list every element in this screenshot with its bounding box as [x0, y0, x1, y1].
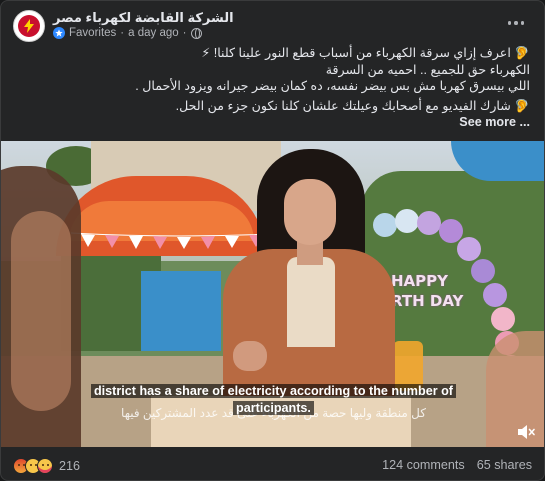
video-scene-balloon	[439, 219, 463, 243]
engagement-counts: 124 comments 65 shares	[382, 458, 532, 472]
see-more-label: See more	[459, 115, 516, 129]
meta-separator: ·	[120, 27, 125, 39]
video-scene-balloon	[373, 213, 397, 237]
favorites-label[interactable]: Favorites	[69, 27, 116, 39]
lightning-bolt-icon	[18, 15, 40, 37]
video-scene-woman-face	[284, 179, 336, 245]
video-scene-balloon	[457, 237, 481, 261]
video-scene-balloon	[483, 283, 507, 307]
video-subtitle-english: district has a share of electricity acco…	[1, 383, 544, 417]
mute-icon[interactable]	[516, 423, 536, 441]
video-scene-playhouse	[141, 271, 221, 351]
subtitle-line: participants.	[233, 401, 314, 415]
caption-more-row: See more ...	[15, 114, 530, 131]
shares-count[interactable]: 65 shares	[477, 458, 532, 472]
care-reaction-icon	[37, 458, 53, 474]
subtitle-line: district has a share of electricity acco…	[90, 384, 456, 398]
post-footer: 216 124 comments 65 shares	[1, 447, 544, 480]
globe-icon	[190, 27, 202, 39]
caption-line: اللي بيسرق كهربا مش بس بيضر نفسه، ده كما…	[135, 79, 530, 93]
reactions-summary[interactable]: 216	[13, 458, 80, 474]
favorites-icon	[53, 27, 65, 39]
post-caption: 🦻 اعرف إزاي سرقة الكهرباء من أسباب قطع ا…	[15, 45, 530, 131]
more-options-icon[interactable]	[502, 11, 530, 35]
video-player[interactable]: HAPPY RTH DAY كل منطقة وليها حصة من الكه…	[1, 141, 544, 447]
page-name[interactable]: الشركة القابضة لكهرباء مصر	[53, 10, 234, 26]
comments-count[interactable]: 124 comments	[382, 458, 465, 472]
video-scene-balloon	[395, 209, 419, 233]
video-scene-balloon	[471, 259, 495, 283]
video-scene-balloon	[417, 211, 441, 235]
video-scene-woman-top	[287, 257, 335, 347]
post-meta: Favorites · a day ago ·	[53, 27, 202, 39]
post-timestamp[interactable]: a day ago	[128, 27, 179, 39]
caption-line: 🦻 شارك الفيديو مع أصحابك وعيلتك علشان كل…	[175, 98, 530, 113]
post-header: الشركة القابضة لكهرباء مصر Favorites · a…	[1, 1, 544, 51]
caption-ellipsis: ...	[519, 115, 531, 129]
video-scene-woman-hand	[233, 341, 267, 371]
page-avatar[interactable]	[13, 10, 45, 42]
reaction-count[interactable]: 216	[59, 459, 80, 473]
post-card: الشركة القابضة لكهرباء مصر Favorites · a…	[0, 0, 545, 481]
caption-line: 🦻 اعرف إزاي سرقة الكهرباء من أسباب قطع ا…	[201, 46, 530, 60]
see-more-link[interactable]: See more ...	[459, 114, 530, 131]
video-scene-balloon	[491, 307, 515, 331]
sign-line: RTH DAY	[391, 292, 464, 310]
caption-line: الكهرباء حق للجميع .. احميه من السرقة	[325, 62, 530, 77]
sign-line: HAPPY	[391, 272, 449, 290]
video-scene-foreground-person	[11, 211, 71, 411]
meta-separator-2: ·	[182, 27, 187, 39]
video-scene-birthday-sign: HAPPY RTH DAY	[391, 271, 463, 311]
